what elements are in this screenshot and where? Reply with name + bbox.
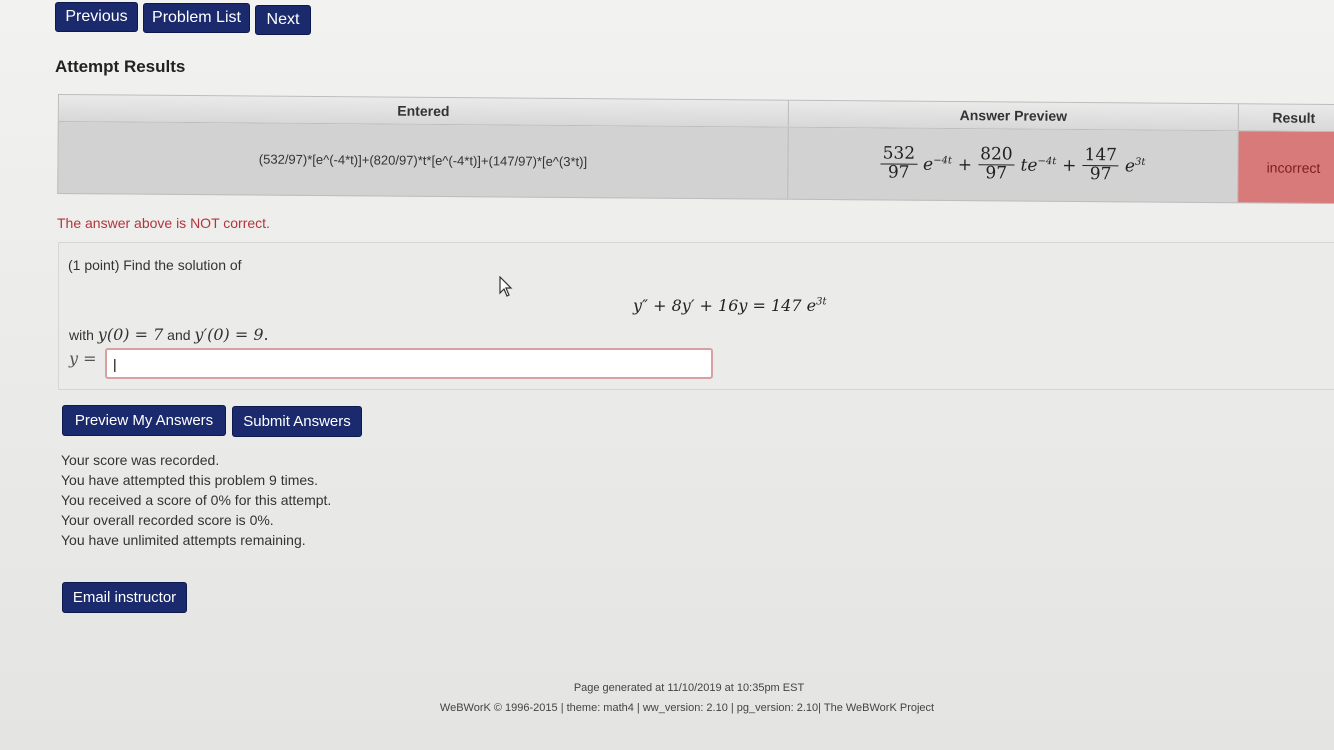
fraction-1: 532 97	[880, 144, 918, 183]
incorrect-message: The answer above is NOT correct.	[57, 215, 270, 231]
status-attempts: You have attempted this problem 9 times.	[61, 472, 319, 488]
plus-sign: +	[1062, 155, 1077, 176]
header-result: Result	[1272, 109, 1316, 126]
term-2-var: te−4t	[1020, 155, 1057, 176]
submit-answers-button[interactable]: Submit Answers	[232, 406, 362, 437]
next-button[interactable]: Next	[255, 5, 311, 35]
footer-generated: Page generated at 11/10/2019 at 10:35pm …	[573, 682, 805, 694]
score-status: Your score was recorded. You have attemp…	[61, 450, 331, 550]
problem-equation: y″ + 8y′ + 16y = 147 e3t	[633, 296, 827, 315]
fraction-2: 820 97	[978, 144, 1015, 184]
problem-intro: (1 point) Find the solution of	[68, 257, 242, 273]
plus-sign: +	[957, 154, 973, 175]
answer-input[interactable]	[105, 348, 713, 379]
problem-list-button[interactable]: Problem List	[143, 3, 250, 33]
status-recorded: Your score was recorded.	[61, 452, 220, 468]
email-instructor-button[interactable]: Email instructor	[62, 582, 187, 613]
fraction-3-den: 97	[1089, 164, 1112, 185]
entered-answer: (532/97)*[e^(-4*t)]+(820/97)*t*[e^(-4*t)…	[58, 122, 789, 199]
status-score-attempt: You received a score of 0% for this atte…	[61, 492, 332, 508]
result-status-badge: incorrect	[1238, 131, 1334, 204]
footer-credits: WeBWorK © 1996-2015 | theme: math4 | ww_…	[439, 702, 935, 714]
status-remaining: You have unlimited attempts remaining.	[61, 532, 306, 548]
header-answer-preview: Answer Preview	[788, 100, 1239, 131]
fraction-1-den: 97	[887, 162, 910, 183]
term-1-var: e−4t	[922, 154, 952, 175]
previous-button[interactable]: Previous	[55, 2, 138, 32]
preview-expression: 532 97 e−4t + 820 97 te−4t + 147 97 e3t	[880, 144, 1146, 185]
fraction-3: 147 97	[1082, 145, 1120, 185]
problem-conditions: with y(0) = 7 and y′(0) = 9.	[69, 325, 269, 344]
answer-preview: 532 97 e−4t + 820 97 te−4t + 147 97 e3t	[788, 127, 1239, 203]
attempt-results-heading: Attempt Results	[55, 57, 186, 76]
table-row: (532/97)*[e^(-4*t)]+(820/97)*t*[e^(-4*t)…	[57, 121, 1334, 205]
attempt-results-table: Entered Answer Preview Result (532/97)*[…	[57, 94, 1334, 216]
status-overall: Your overall recorded score is 0%.	[61, 512, 274, 528]
fraction-2-den: 97	[985, 163, 1008, 184]
term-3-var: e3t	[1124, 155, 1146, 176]
preview-answers-button[interactable]: Preview My Answers	[62, 405, 226, 436]
answer-label: y =	[69, 349, 97, 368]
